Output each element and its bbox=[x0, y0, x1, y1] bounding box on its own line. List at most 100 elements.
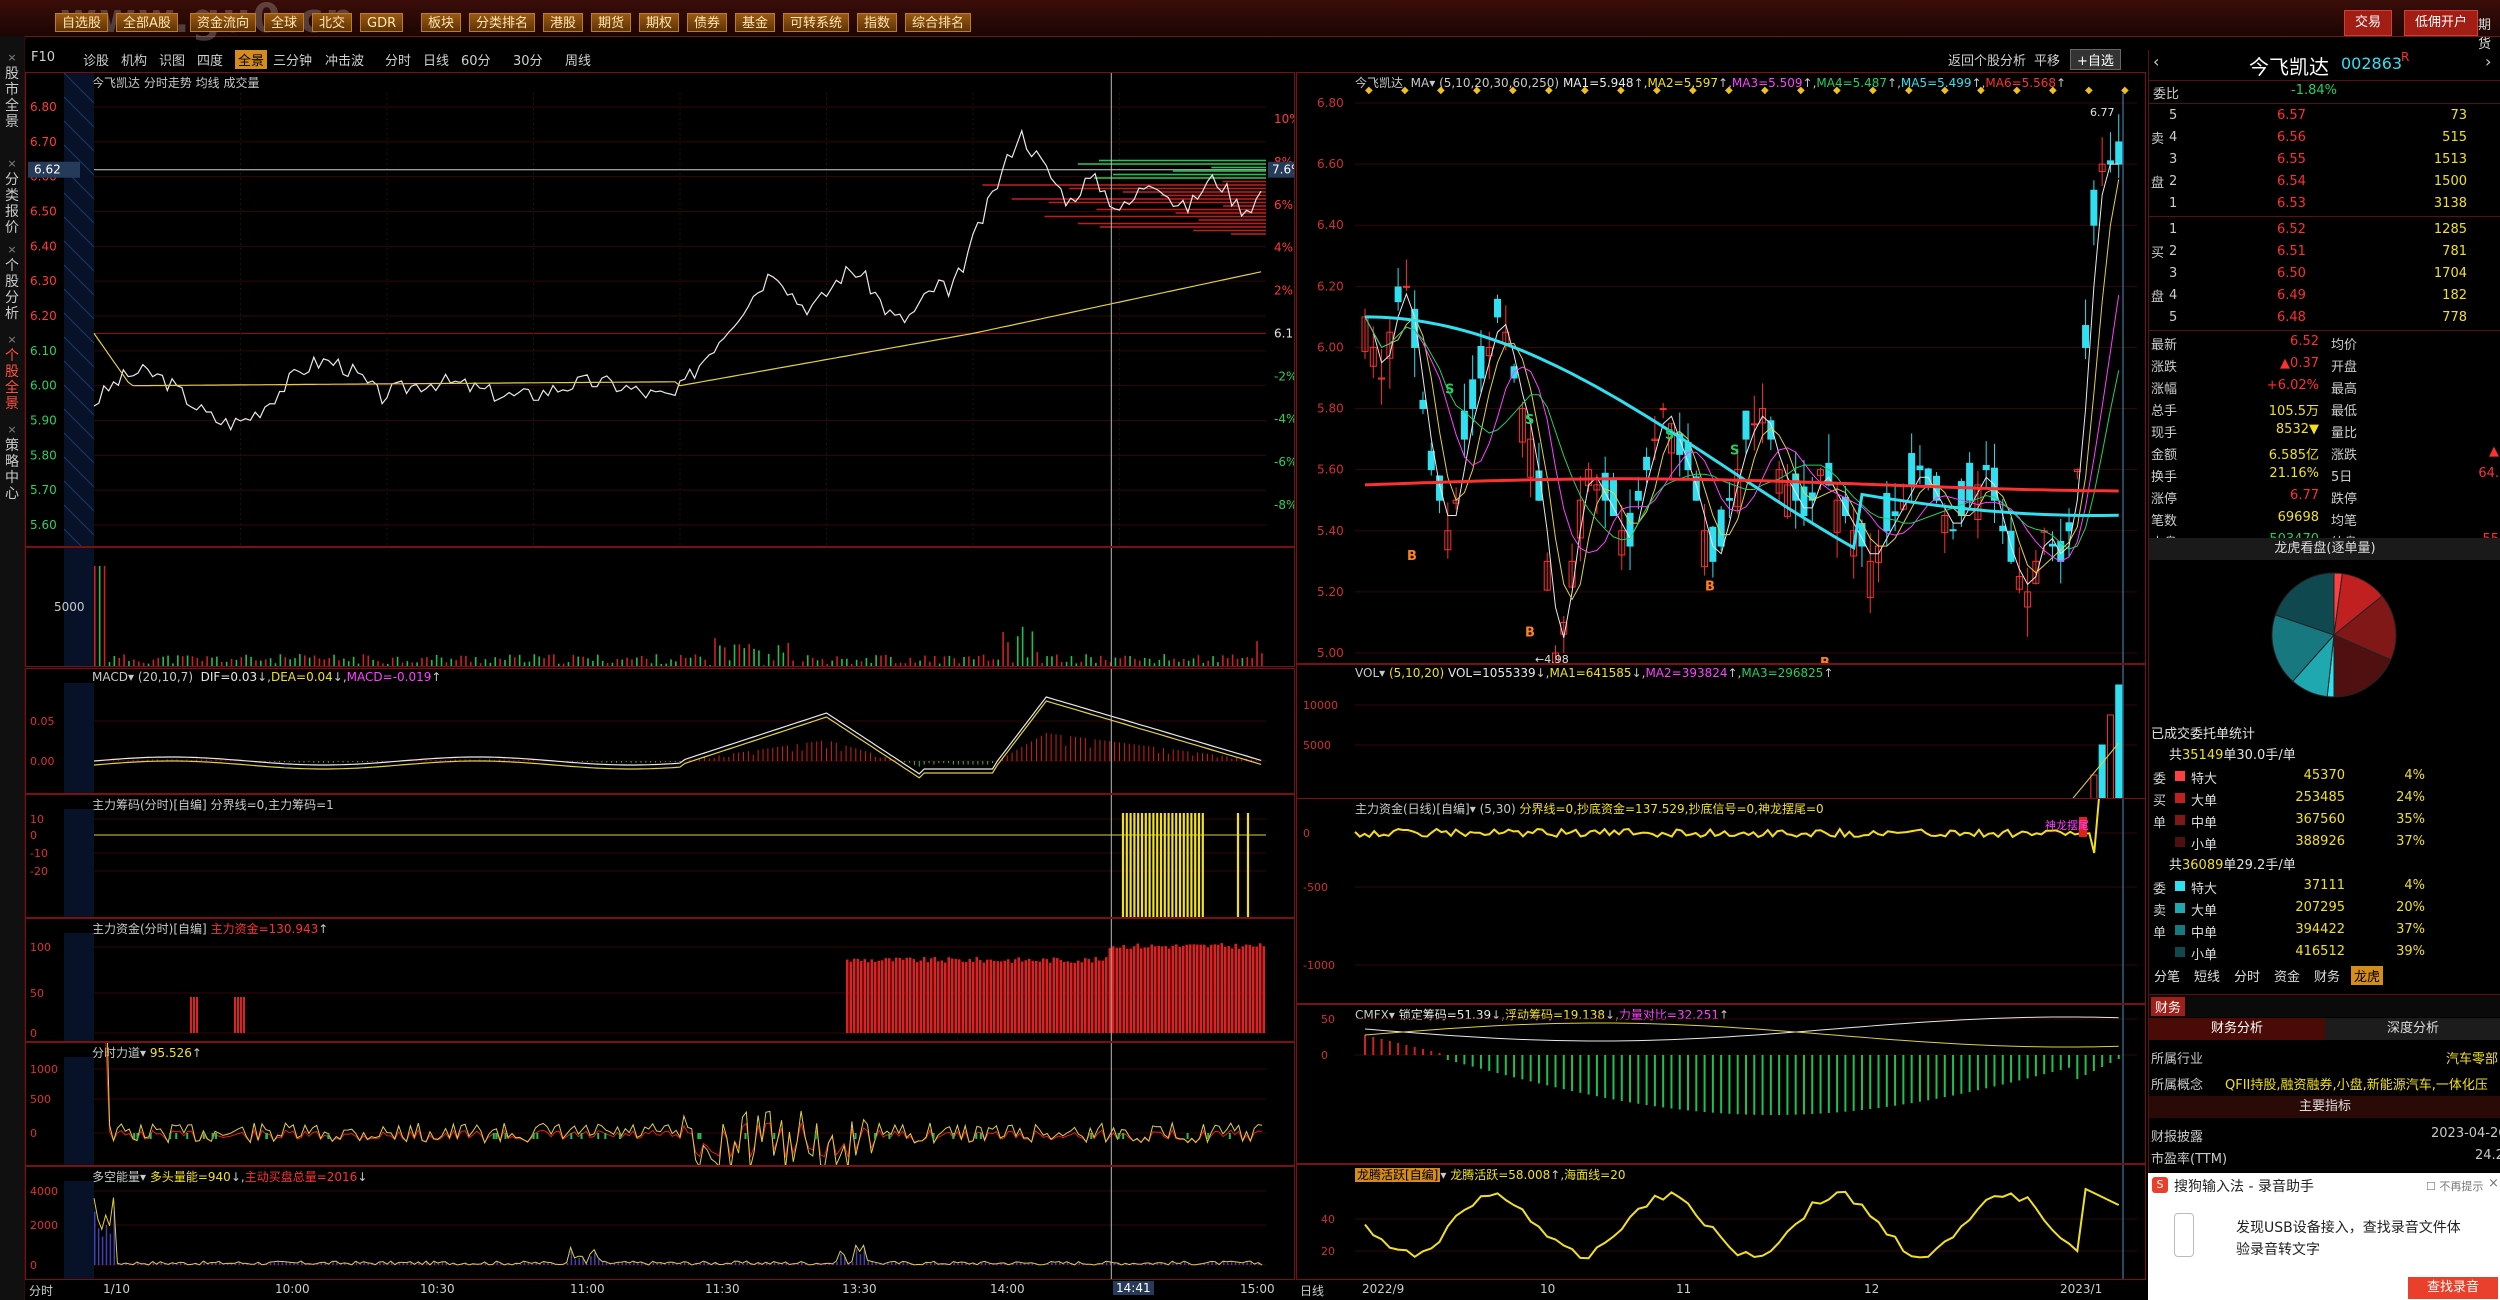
buy-level-row[interactable]: 2 6.51 781 bbox=[2149, 242, 2500, 264]
subbar-item-7[interactable]: 冲击波 bbox=[325, 50, 364, 69]
close-icon[interactable]: × bbox=[0, 242, 24, 258]
buy-level-row[interactable]: 3 6.50 1704 bbox=[2149, 264, 2500, 286]
macd-chart[interactable]: 0.05 0.00 bbox=[26, 669, 1294, 793]
legend-swatch bbox=[2175, 903, 2185, 913]
close-icon[interactable]: × bbox=[0, 422, 24, 438]
top-tab-11[interactable]: 债券 bbox=[687, 13, 728, 32]
sell-level-row[interactable]: 1 6.53 3138 bbox=[2149, 194, 2500, 216]
sidebar-tab-1[interactable]: × 分类报价 bbox=[0, 156, 24, 236]
axis-mode-toggle[interactable]: 日线 bbox=[1300, 1282, 1324, 1299]
trade-button[interactable]: 交易 bbox=[2344, 10, 2393, 36]
buy-level-row[interactable]: 5 6.48 778 bbox=[2149, 308, 2500, 330]
subbar-item-9[interactable]: 日线 bbox=[423, 50, 449, 69]
volume-bar bbox=[953, 658, 956, 666]
subbar-item-6[interactable]: 三分钟 bbox=[273, 50, 312, 69]
subbar-item-12[interactable]: 周线 bbox=[565, 50, 591, 69]
top-tab-4[interactable]: 北交 bbox=[312, 13, 353, 32]
energy-bar bbox=[94, 1211, 96, 1265]
back-arrow-icon[interactable]: ‹ bbox=[2153, 52, 2159, 71]
volume-bar bbox=[836, 656, 838, 666]
top-tab-0[interactable]: 自选股 bbox=[55, 13, 109, 32]
deep-analysis-tab[interactable]: 深度分析 bbox=[2325, 1018, 2500, 1040]
close-icon[interactable]: × bbox=[0, 156, 24, 172]
sidebar-tab-2[interactable]: × 个股分析 bbox=[0, 242, 24, 322]
find-recording-button[interactable]: 查找录音 bbox=[2408, 1277, 2498, 1299]
pan-button[interactable]: 平移 bbox=[2034, 50, 2060, 69]
cmfx-chart[interactable]: 50 0 bbox=[1297, 1005, 2145, 1163]
sidebar-tab-0[interactable]: × 股市全景 bbox=[0, 50, 24, 130]
top-tab-5[interactable]: GDR bbox=[360, 13, 404, 32]
order-pie-chart[interactable] bbox=[2269, 570, 2399, 700]
funds-chart[interactable]: 100 50 0 bbox=[26, 919, 1294, 1041]
subbar-item-11[interactable]: 30分 bbox=[513, 50, 543, 69]
sidebar-tab-4[interactable]: × 策略中心 bbox=[0, 422, 24, 502]
quote-tab-5[interactable]: 龙虎 bbox=[2351, 966, 2384, 985]
top-tab-2[interactable]: 资金流向 bbox=[190, 13, 257, 32]
axis-mode-toggle[interactable]: 分时 bbox=[29, 1282, 53, 1299]
volume-bar bbox=[303, 655, 306, 666]
top-tab-6[interactable]: 板块 bbox=[421, 13, 462, 32]
top-tab-9[interactable]: 期货 bbox=[591, 13, 632, 32]
funds-bar bbox=[1192, 944, 1195, 1033]
subbar-item-5[interactable]: 全景 bbox=[235, 50, 268, 69]
quote-tab-1[interactable]: 短线 bbox=[2191, 966, 2223, 985]
stat-label-2: 5日 bbox=[2331, 470, 2353, 485]
buy-level-row[interactable]: 1 6.52 1285 bbox=[2149, 220, 2500, 242]
add-favorite-button[interactable]: +自选 bbox=[2070, 49, 2121, 70]
sell-level-row[interactable]: 3 6.55 1513 bbox=[2149, 150, 2500, 172]
top-tab-3[interactable]: 全球 bbox=[264, 13, 305, 32]
subbar-item-2[interactable]: 机构 bbox=[121, 50, 147, 69]
top-tab-8[interactable]: 港股 bbox=[543, 13, 584, 32]
sidebar-tab-3[interactable]: × 个股全景 bbox=[0, 332, 24, 412]
quote-tab-2[interactable]: 分时 bbox=[2231, 966, 2263, 985]
top-tab-15[interactable]: 综合排名 bbox=[905, 13, 972, 32]
subbar-item-4[interactable]: 四度 bbox=[197, 50, 223, 69]
volume-bar bbox=[1124, 655, 1126, 666]
stat-row: 涨幅 +6.02% 最高 bbox=[2149, 376, 2500, 398]
top-tab-12[interactable]: 基金 bbox=[735, 13, 776, 32]
fin-tab[interactable]: 财务 bbox=[2151, 997, 2186, 1016]
level-price: 6.53 bbox=[2277, 196, 2306, 211]
quote-tab-4[interactable]: 财务 bbox=[2311, 966, 2343, 985]
sell-level-row[interactable]: 5 6.57 73 bbox=[2149, 106, 2500, 128]
daily-volume-chart[interactable]: 10000 5000 bbox=[1297, 665, 2145, 815]
top-tab-1[interactable]: 全部A股 bbox=[116, 13, 178, 32]
fin-analysis-tab[interactable]: 财务分析 bbox=[2149, 1018, 2325, 1040]
chips-chart[interactable]: 10 0 -10 -20 bbox=[26, 795, 1294, 917]
sell-level-row[interactable]: 2 6.54 1500 bbox=[2149, 172, 2500, 194]
top-tab-13[interactable]: 可转系统 bbox=[783, 13, 850, 32]
open-account-button[interactable]: 低佣开户 bbox=[2404, 10, 2479, 36]
funds-bar bbox=[933, 957, 936, 1033]
industry-value[interactable]: 汽车零部 bbox=[2446, 1048, 2498, 1067]
intraday-price-chart[interactable]: 6.806.706.606.506.406.306.206.106.005.90… bbox=[26, 73, 1294, 546]
funds-bar bbox=[234, 997, 236, 1033]
forward-arrow-icon[interactable]: › bbox=[2485, 52, 2491, 71]
concept-value[interactable]: QFII持股,融资融券,小盘,新能源汽车,一体化压 bbox=[2225, 1074, 2500, 1093]
close-icon[interactable]: × bbox=[0, 50, 24, 66]
subbar-item-3[interactable]: 识图 bbox=[159, 50, 185, 69]
stat-row: 涨跌 ▲0.37 开盘 bbox=[2149, 354, 2500, 376]
dragon-chart[interactable]: 40 20 bbox=[1297, 1165, 2145, 1279]
quote-tab-0[interactable]: 分笔 bbox=[2151, 966, 2183, 985]
buy-level-row[interactable]: 4 6.49 182 bbox=[2149, 286, 2500, 308]
sell-level-row[interactable]: 4 6.56 515 bbox=[2149, 128, 2500, 150]
daily-kline-chart[interactable]: 6.80 6.60 6.40 6.20 6.00 5.80 5.60 5.40 5.20 5.00… bbox=[1297, 73, 2145, 663]
top-tab-10[interactable]: 期权 bbox=[639, 13, 680, 32]
subbar-item-10[interactable]: 60分 bbox=[461, 50, 491, 69]
daily-funds-chart[interactable]: 0 -500 -1000 神龙摆尾 bbox=[1297, 799, 2145, 1003]
subbar-item-0[interactable]: F10 bbox=[31, 50, 55, 65]
subbar-item-1[interactable]: 诊股 bbox=[83, 50, 109, 69]
quote-tab-3[interactable]: 资金 bbox=[2271, 966, 2303, 985]
top-tab-14[interactable]: 指数 bbox=[857, 13, 898, 32]
back-to-analysis-link[interactable]: 返回个股分析 bbox=[1948, 50, 2026, 69]
futures-button[interactable]: 期货 bbox=[2478, 14, 2500, 52]
close-icon[interactable]: × bbox=[0, 332, 24, 348]
energy-chart[interactable]: 4000 2000 0 bbox=[26, 1167, 1294, 1279]
no-remind-checkbox[interactable]: ☐ 不再提示 bbox=[2426, 1178, 2483, 1194]
stat-label: 涨跌 bbox=[2151, 360, 2178, 375]
subbar-item-8[interactable]: 分时 bbox=[385, 50, 411, 69]
force-chart[interactable]: 1000 500 0 bbox=[26, 1043, 1294, 1165]
top-tab-7[interactable]: 分类排名 bbox=[469, 13, 536, 32]
close-icon[interactable]: × bbox=[2488, 1176, 2499, 1191]
intraday-volume-chart[interactable] bbox=[26, 548, 1294, 666]
